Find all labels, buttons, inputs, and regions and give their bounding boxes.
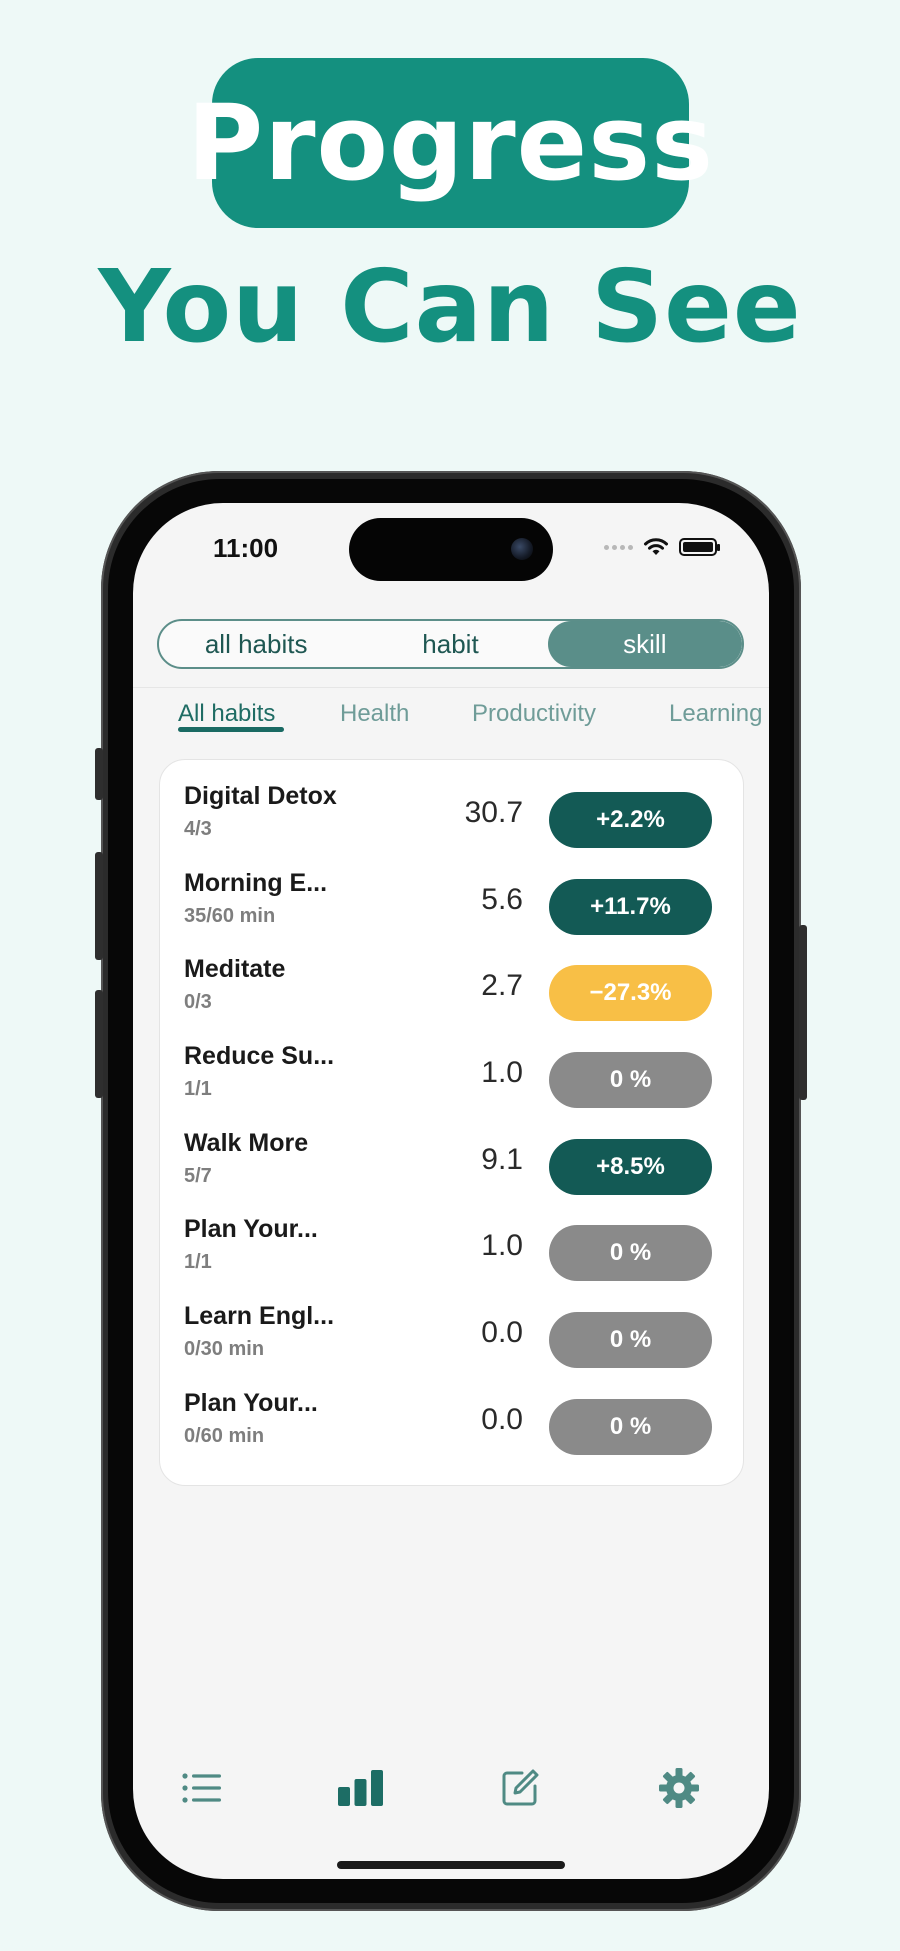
status-indicators [604,537,720,557]
habit-stats-card: Digital Detox 4/3 30.7 +2.2% Morning E..… [159,759,744,1486]
bar-chart-icon [338,1770,383,1806]
home-indicator [337,1861,565,1869]
view-segmented-control: all habits habit skill [157,619,744,669]
segment-habit[interactable]: habit [353,621,547,667]
habit-row[interactable]: Meditate 0/3 2.7 −27.3% [160,941,745,1027]
wifi-icon [644,538,668,555]
habit-progress: 4/3 [184,818,212,840]
habit-name: Plan Your... [184,1215,318,1243]
hero-subtitle: You Can See [98,248,802,365]
habit-progress: 0/60 min [184,1425,265,1447]
tab-productivity[interactable]: Productivity [472,700,596,728]
nav-stats[interactable] [331,1758,391,1818]
habit-value: 0.0 [481,1316,523,1349]
category-tabs: All habits Health Productivity Learning [133,687,769,747]
habit-row[interactable]: Morning E... 35/60 min 5.6 +11.7% [160,855,745,941]
camera-icon [511,538,533,560]
tab-health[interactable]: Health [340,700,409,728]
phone-power-button [799,925,807,1100]
habit-progress: 5/7 [184,1165,212,1187]
change-badge: 0 % [549,1312,712,1368]
tab-all-habits[interactable]: All habits [178,700,275,728]
habit-name: Walk More [184,1129,309,1157]
gear-icon [659,1768,699,1808]
habit-value: 1.0 [481,1056,523,1089]
segment-skill[interactable]: skill [547,621,742,667]
phone-volume-down [95,990,103,1098]
list-icon [182,1773,221,1803]
habit-value: 2.7 [481,969,523,1002]
phone-side-button [95,748,103,800]
habit-name: Plan Your... [184,1389,318,1417]
signal-icon [604,544,633,550]
habit-name: Morning E... [184,869,328,897]
tab-learning[interactable]: Learning [669,700,762,728]
habit-progress: 0/3 [184,991,212,1013]
habit-row[interactable]: Plan Your... 1/1 1.0 0 % [160,1201,745,1287]
habit-name: Learn Engl... [184,1302,335,1330]
habit-value: 5.6 [481,883,523,916]
change-badge: +8.5% [549,1139,712,1195]
active-tab-indicator [178,727,284,732]
habit-progress: 35/60 min [184,905,276,927]
change-badge: +11.7% [549,879,712,935]
habit-value: 0.0 [481,1403,523,1436]
status-time: 11:00 [213,533,279,563]
habit-value: 1.0 [481,1229,523,1262]
habit-row[interactable]: Plan Your... 0/60 min 0.0 0 % [160,1375,745,1461]
battery-icon [679,538,720,556]
habit-name: Reduce Su... [184,1042,335,1070]
dynamic-island [349,518,553,581]
habit-row[interactable]: Digital Detox 4/3 30.7 +2.2% [160,768,745,854]
habit-name: Digital Detox [184,782,337,810]
phone-volume-up [95,852,103,960]
hero-title: Progress [187,58,713,228]
change-badge: −27.3% [549,965,712,1021]
nav-settings[interactable] [649,1758,709,1818]
habit-progress: 1/1 [184,1078,212,1100]
habit-progress: 0/30 min [184,1338,265,1360]
habit-value: 9.1 [481,1143,523,1176]
edit-icon [502,1769,539,1806]
segment-all-habits[interactable]: all habits [159,621,353,667]
nav-list[interactable] [172,1758,232,1818]
habit-row[interactable]: Reduce Su... 1/1 1.0 0 % [160,1028,745,1114]
bottom-tab-bar [133,1758,769,1818]
phone-screen: 11:00 all habits habit skill All habits … [133,503,769,1879]
nav-edit[interactable] [490,1758,550,1818]
change-badge: 0 % [549,1399,712,1455]
habit-progress: 1/1 [184,1251,212,1273]
change-badge: 0 % [549,1225,712,1281]
habit-row[interactable]: Learn Engl... 0/30 min 0.0 0 % [160,1288,745,1374]
habit-row[interactable]: Walk More 5/7 9.1 +8.5% [160,1115,745,1201]
habit-name: Meditate [184,955,286,983]
habit-value: 30.7 [464,796,523,829]
change-badge: 0 % [549,1052,712,1108]
change-badge: +2.2% [549,792,712,848]
